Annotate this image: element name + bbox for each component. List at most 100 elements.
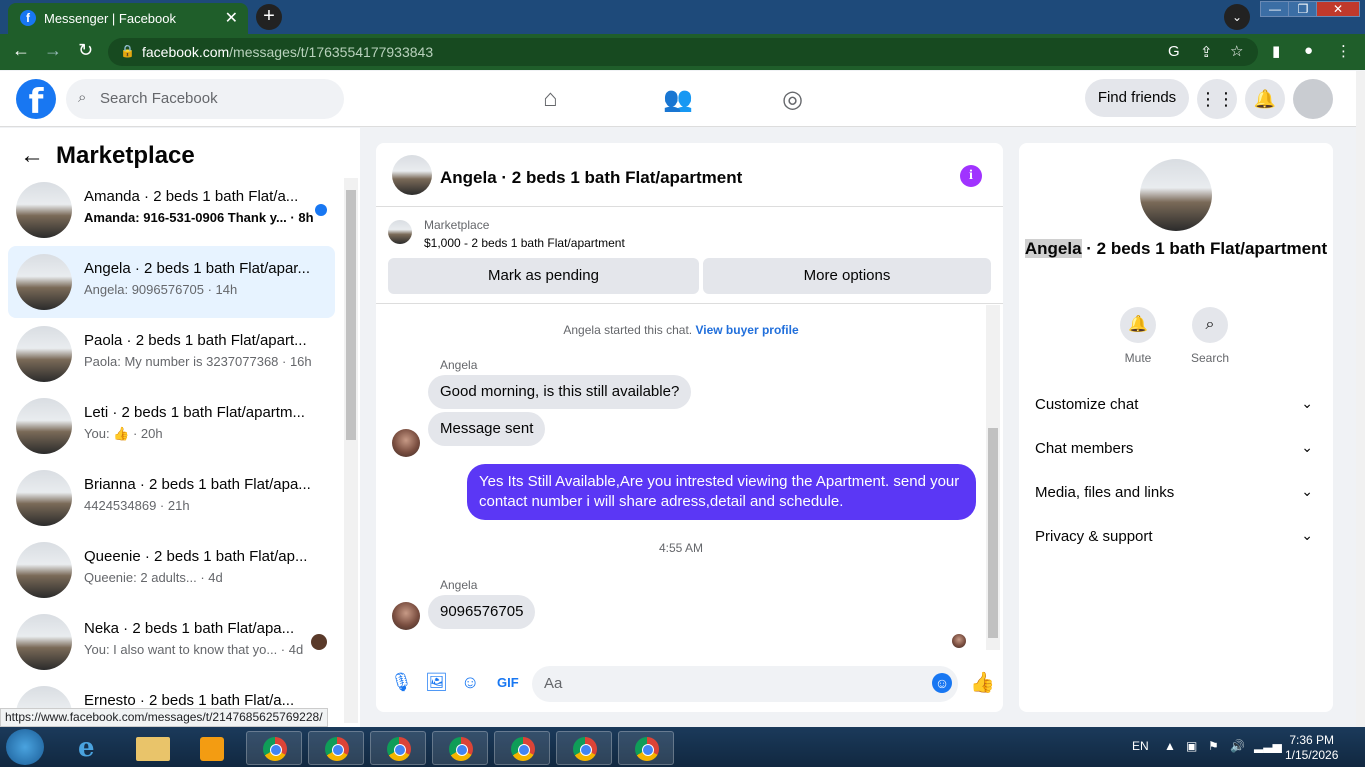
search-button[interactable]: ⌕ Search [1180, 307, 1240, 365]
search-placeholder: Search Facebook [100, 90, 218, 107]
customize-chat-row[interactable]: Customize chat ⌄ [1035, 387, 1317, 423]
chrome-window-2-icon[interactable] [308, 731, 364, 765]
mark-as-pending-button[interactable]: Mark as pending [388, 258, 699, 294]
internet-explorer-icon[interactable]: e [66, 731, 122, 765]
scrollbar-thumb[interactable] [988, 428, 998, 638]
chat-members-row[interactable]: Chat members ⌄ [1035, 431, 1317, 467]
menu-grid-icon[interactable]: ⋮⋮ [1197, 79, 1237, 119]
conversation-snippet: Queenie: 2 adults... · 4d [84, 570, 223, 585]
back-arrow-icon[interactable]: ← [20, 142, 44, 170]
chat-header: Angela · 2 beds 1 bath Flat/apartment i [376, 143, 1003, 207]
emoji-icon[interactable]: ☺ [932, 673, 952, 693]
avatar[interactable] [392, 155, 432, 195]
friends-icon[interactable]: 👥 [663, 85, 693, 114]
listing-thumbnail[interactable] [388, 220, 412, 244]
more-options-button[interactable]: More options [703, 258, 991, 294]
scrollbar-thumb[interactable] [346, 190, 356, 440]
avatar[interactable] [1140, 159, 1212, 231]
clock-time: 7:36 PM [1289, 733, 1335, 747]
conversation-item-active[interactable]: Angela · 2 beds 1 bath Flat/apar... Ange… [8, 246, 335, 318]
maximize-button[interactable]: ❐ [1288, 1, 1318, 17]
volume-icon[interactable]: 🔊 [1230, 739, 1245, 753]
minimize-button[interactable]: — [1260, 1, 1290, 17]
marketplace-conversation-list: ← Marketplace Amanda · 2 beds 1 bath Fla… [0, 128, 360, 727]
chrome-window-7-icon[interactable] [618, 731, 674, 765]
privacy-support-row[interactable]: Privacy & support ⌄ [1035, 519, 1317, 555]
mute-button[interactable]: 🔔 Mute [1108, 307, 1168, 365]
start-button[interactable] [6, 729, 44, 765]
tab-search-icon[interactable]: ⌄ [1224, 4, 1250, 30]
gif-icon[interactable]: GIF [497, 675, 519, 690]
media-files-links-row[interactable]: Media, files and links ⌄ [1035, 475, 1317, 511]
search-icon: ⌕ [78, 89, 87, 106]
forward-arrow-icon[interactable]: → [44, 40, 62, 61]
page-scrollbar[interactable] [1356, 71, 1365, 727]
chrome-menu-icon[interactable]: ⋮ [1336, 42, 1351, 60]
chrome-window-6-icon[interactable] [556, 731, 612, 765]
view-buyer-profile-link[interactable]: View buyer profile [695, 323, 798, 337]
groups-icon[interactable]: ◎ [782, 85, 803, 114]
microphone-icon[interactable]: 🎙 [390, 672, 413, 693]
conversation-item[interactable]: Leti · 2 beds 1 bath Flat/apartm... You:… [8, 390, 335, 462]
window-close-button[interactable]: ✕ [1316, 1, 1360, 17]
url-bar[interactable]: 🔒 facebook.com/messages/t/17635541779338… [108, 38, 1258, 66]
sender-name: Angela [440, 358, 478, 372]
conversation-snippet: You: 👍 · 20h [84, 426, 163, 441]
conversation-item[interactable]: Queenie · 2 beds 1 bath Flat/ap... Queen… [8, 534, 335, 606]
chat-panel: Angela · 2 beds 1 bath Flat/apartment i … [376, 143, 1003, 712]
chrome-window-3-icon[interactable] [370, 731, 426, 765]
browser-tab[interactable]: f Messenger | Facebook ✕ [8, 3, 248, 34]
profile-icon[interactable]: ● [1304, 42, 1313, 59]
media-player-icon[interactable] [186, 731, 242, 765]
clock[interactable]: 7:36 PM 1/15/2026 [1285, 733, 1338, 763]
conversation-item[interactable]: Paola · 2 beds 1 bath Flat/apart... Paol… [8, 318, 335, 390]
bookmark-star-icon[interactable]: ☆ [1230, 42, 1243, 60]
show-hidden-icons-icon[interactable]: ▲ [1164, 739, 1176, 753]
google-icon[interactable]: G [1168, 43, 1180, 60]
account-avatar[interactable] [1293, 79, 1333, 119]
photo-icon[interactable]: 🖼 [425, 672, 448, 693]
signal-icon[interactable]: ▂▃▅ [1254, 739, 1282, 753]
row-label: Media, files and links [1035, 484, 1175, 501]
conversation-item[interactable]: Neka · 2 beds 1 bath Flat/apa... You: I … [8, 606, 335, 678]
conversation-name: Queenie · 2 beds 1 bath Flat/ap... [84, 548, 308, 565]
chrome-window-4-icon[interactable] [432, 731, 488, 765]
outgoing-message[interactable]: Yes Its Still Available,Are you intreste… [467, 464, 976, 520]
incoming-message[interactable]: Good morning, is this still available? [428, 375, 692, 409]
conversation-item[interactable]: Brianna · 2 beds 1 bath Flat/apa... 4424… [8, 462, 335, 534]
tab-close-icon[interactable]: ✕ [225, 8, 238, 28]
sticker-icon[interactable]: ☺ [461, 672, 479, 693]
chevron-down-icon: ⌄ [1301, 483, 1313, 499]
conversation-snippet: Paola: My number is 3237077368 · 16h [84, 354, 312, 369]
conversation-item[interactable]: Amanda · 2 beds 1 bath Flat/a... Amanda:… [8, 174, 335, 246]
thumbs-up-icon[interactable]: 👍 [970, 670, 995, 695]
back-arrow-icon[interactable]: ← [12, 40, 30, 61]
flag-icon[interactable]: ⚑ [1208, 739, 1219, 753]
listing-price[interactable]: $1,000 - 2 beds 1 bath Flat/apartment [424, 236, 625, 250]
link-hover-status: https://www.facebook.com/messages/t/2147… [0, 708, 328, 727]
sender-avatar[interactable] [392, 429, 420, 457]
device-icon[interactable]: ▣ [1186, 739, 1197, 753]
info-icon[interactable]: i [960, 165, 982, 187]
new-tab-button[interactable]: + [256, 4, 282, 30]
incoming-message[interactable]: Message sent [428, 412, 546, 446]
message-input[interactable]: Aa ☺ [532, 666, 958, 702]
chrome-window-5-icon[interactable] [494, 731, 550, 765]
sender-name: Angela [440, 578, 478, 592]
language-indicator[interactable]: EN [1132, 739, 1149, 753]
incoming-message[interactable]: 9096576705 [428, 595, 536, 629]
file-explorer-icon[interactable] [128, 731, 184, 765]
side-panel-icon[interactable]: ▮ [1272, 42, 1280, 60]
home-icon[interactable]: ⌂ [543, 85, 558, 113]
search-input[interactable]: ⌕ Search Facebook [66, 79, 344, 119]
conversation-snippet: Amanda: 916-531-0906 Thank y... · 8h [84, 210, 314, 225]
find-friends-button[interactable]: Find friends [1085, 79, 1189, 117]
notifications-bell-icon[interactable]: 🔔 [1245, 79, 1285, 119]
reload-icon[interactable]: ↻ [78, 40, 93, 61]
browser-tab-strip: f Messenger | Facebook ✕ + ⌄ — ❐ ✕ [0, 0, 1365, 34]
share-icon[interactable]: ⇪ [1200, 43, 1213, 61]
sender-avatar[interactable] [392, 602, 420, 630]
chrome-window-1-icon[interactable] [246, 731, 302, 765]
chat-title[interactable]: Angela · 2 beds 1 bath Flat/apartment [440, 168, 742, 188]
facebook-logo-icon[interactable]: f [16, 79, 56, 122]
